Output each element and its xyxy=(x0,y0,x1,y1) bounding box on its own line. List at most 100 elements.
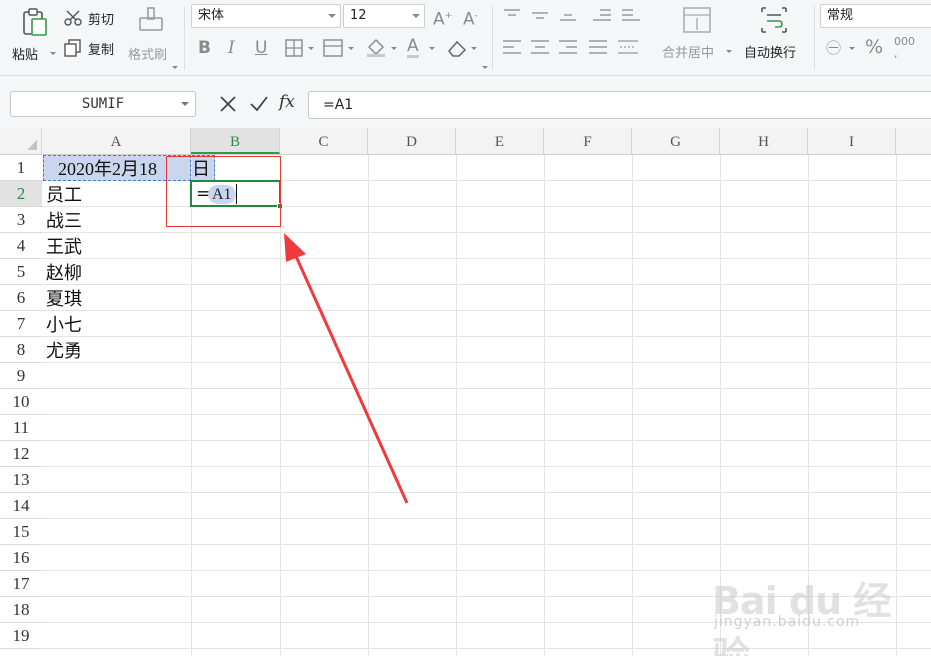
merge-center-icon xyxy=(683,7,711,33)
font-expand-icon[interactable] xyxy=(482,66,488,69)
cancel-formula-icon[interactable] xyxy=(219,95,237,113)
row-header[interactable]: 11 xyxy=(0,415,42,441)
font-size-select[interactable]: 12 xyxy=(343,4,425,28)
currency-dropdown-icon[interactable] xyxy=(849,47,855,50)
row-header[interactable]: 18 xyxy=(0,597,42,623)
row-header[interactable]: 4 xyxy=(0,233,42,259)
align-left-icon[interactable] xyxy=(502,39,522,55)
row-header[interactable]: 14 xyxy=(0,493,42,519)
font-color-icon[interactable]: A xyxy=(407,37,419,58)
cell-a3[interactable]: 战三 xyxy=(46,208,82,234)
cell-a2[interactable]: 员工 xyxy=(46,182,82,208)
select-all-corner[interactable] xyxy=(0,128,42,154)
row-header[interactable]: 12 xyxy=(0,441,42,467)
distributed-icon[interactable] xyxy=(617,39,639,55)
increase-indent-icon[interactable] xyxy=(621,8,641,22)
eraser-icon[interactable] xyxy=(446,39,468,57)
font-name-select[interactable]: 宋体 xyxy=(191,4,341,28)
borders-icon[interactable] xyxy=(285,39,303,57)
annotation-box xyxy=(166,156,281,227)
cell-a6[interactable]: 夏琪 xyxy=(46,286,82,312)
copy-button[interactable]: 复制 xyxy=(64,38,122,58)
gridline xyxy=(42,388,931,389)
wrap-text-button[interactable]: 自动换行 xyxy=(740,4,808,66)
watermark-url: jingyan.baidu.com xyxy=(714,614,861,630)
cell-a7[interactable]: 小七 xyxy=(46,312,82,338)
gridline xyxy=(42,336,931,337)
paste-button[interactable]: 粘贴 xyxy=(8,4,60,66)
column-header-a[interactable]: A xyxy=(42,128,191,154)
column-header-bar: A B C D E F G H I xyxy=(0,128,931,155)
merge-dropdown-icon[interactable] xyxy=(726,50,732,53)
bold-icon[interactable]: B xyxy=(198,38,211,58)
cell-style-dropdown-icon[interactable] xyxy=(348,47,354,50)
column-header-c[interactable]: C xyxy=(280,128,368,154)
align-bottom-icon[interactable] xyxy=(558,8,578,22)
row-header[interactable]: 6 xyxy=(0,285,42,311)
gridline xyxy=(42,440,931,441)
formula-input[interactable]: =A1 xyxy=(308,91,931,119)
fill-color-icon[interactable] xyxy=(365,37,387,57)
paste-dropdown-icon[interactable] xyxy=(50,52,56,55)
justify-icon[interactable] xyxy=(588,39,608,55)
font-size-value: 12 xyxy=(350,8,367,23)
cell-a5[interactable]: 赵柳 xyxy=(46,260,82,286)
row-header[interactable]: 2 xyxy=(0,181,42,207)
borders-dropdown-icon[interactable] xyxy=(308,47,314,50)
formula-bar: SUMIF fx =A1 xyxy=(0,76,931,128)
row-header[interactable]: 7 xyxy=(0,311,42,337)
column-header-b[interactable]: B xyxy=(191,128,280,154)
decrease-indent-icon[interactable] xyxy=(592,8,612,22)
column-header-e[interactable]: E xyxy=(456,128,544,154)
decrease-font-icon[interactable]: A- xyxy=(463,6,478,30)
row-header[interactable] xyxy=(0,649,42,656)
number-format-select[interactable]: 常规 xyxy=(820,4,931,28)
align-right-icon[interactable] xyxy=(558,39,578,55)
underline-icon[interactable]: U xyxy=(255,38,267,58)
row-header[interactable]: 10 xyxy=(0,389,42,415)
align-top-icon[interactable] xyxy=(502,8,522,22)
column-header-g[interactable]: G xyxy=(632,128,720,154)
merge-center-button[interactable]: 合并居中 xyxy=(658,4,734,66)
fill-color-dropdown-icon[interactable] xyxy=(391,47,397,50)
cell-a8[interactable]: 尤勇 xyxy=(46,338,82,364)
clipboard-expand-icon[interactable] xyxy=(172,66,178,69)
cell-a4[interactable]: 王武 xyxy=(46,234,82,260)
increase-font-icon[interactable]: A+ xyxy=(433,6,452,30)
thousands-separator-icon[interactable]: 000, xyxy=(894,36,915,60)
gridline xyxy=(42,284,931,285)
row-header[interactable]: 8 xyxy=(0,337,42,363)
align-center-icon[interactable] xyxy=(530,39,550,55)
insert-function-icon[interactable]: fx xyxy=(279,92,295,112)
italic-icon[interactable]: I xyxy=(228,38,235,58)
column-header-j[interactable] xyxy=(896,128,931,154)
row-header[interactable]: 5 xyxy=(0,259,42,285)
align-middle-icon[interactable] xyxy=(530,8,550,22)
row-header[interactable]: 17 xyxy=(0,571,42,597)
row-header[interactable]: 3 xyxy=(0,207,42,233)
row-header[interactable]: 1 xyxy=(0,155,42,181)
gridline xyxy=(42,492,931,493)
currency-icon[interactable]: ㊀ xyxy=(826,38,841,58)
row-header[interactable]: 13 xyxy=(0,467,42,493)
column-header-i[interactable]: I xyxy=(808,128,896,154)
font-color-dropdown-icon[interactable] xyxy=(429,47,435,50)
cell-style-icon[interactable] xyxy=(323,39,343,57)
cut-label: 剪切 xyxy=(88,13,115,28)
gridline xyxy=(42,258,931,259)
gridline xyxy=(42,414,931,415)
column-header-d[interactable]: D xyxy=(368,128,456,154)
row-header[interactable]: 9 xyxy=(0,363,42,389)
format-painter-button[interactable]: 格式刷 xyxy=(126,4,176,66)
column-header-h[interactable]: H xyxy=(720,128,808,154)
copy-icon xyxy=(64,39,81,57)
column-header-f[interactable]: F xyxy=(544,128,632,154)
cut-button[interactable]: 剪切 xyxy=(64,8,122,28)
row-header[interactable]: 19 xyxy=(0,623,42,649)
eraser-dropdown-icon[interactable] xyxy=(471,47,477,50)
percent-icon[interactable]: % xyxy=(865,37,883,57)
row-header[interactable]: 15 xyxy=(0,519,42,545)
confirm-formula-icon[interactable] xyxy=(249,95,269,113)
name-box[interactable]: SUMIF xyxy=(10,91,196,117)
row-header[interactable]: 16 xyxy=(0,545,42,571)
